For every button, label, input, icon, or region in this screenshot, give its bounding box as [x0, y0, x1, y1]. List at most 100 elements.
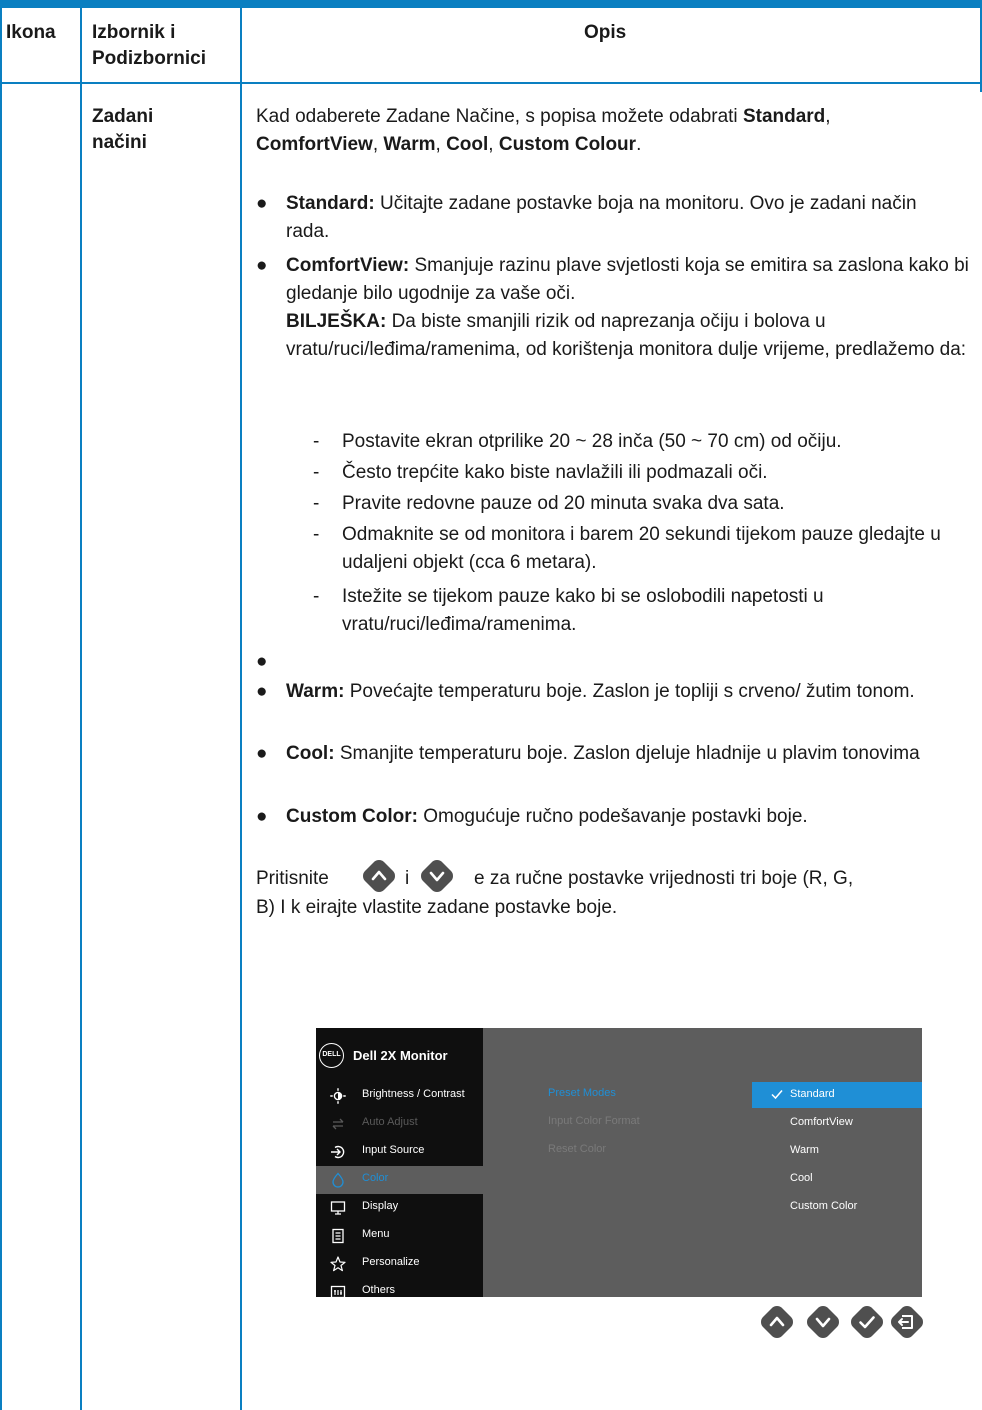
auto-adjust-icon: [332, 1118, 344, 1130]
submenu-name: Zadani načini: [92, 104, 153, 156]
table-border-col1: [80, 8, 82, 1410]
osd-option-cool[interactable]: Cool: [752, 1166, 922, 1192]
dash-marker: -: [313, 524, 320, 545]
bullet-comfortview: ComfortView: Smanjuje razinu plave svjet…: [286, 252, 976, 364]
osd-option-comfortview[interactable]: ComfortView: [752, 1110, 922, 1136]
bullet-standard-text: Učitajte zadane postavke boja na monitor…: [286, 193, 917, 242]
osd-menu-label: Others: [362, 1284, 396, 1296]
osd-menu-auto-adjust[interactable]: Auto Adjust: [316, 1110, 483, 1138]
osd-menu-personalize[interactable]: Personalize: [316, 1250, 483, 1278]
osd-menu-input-source[interactable]: Input Source: [316, 1138, 483, 1166]
header-icon: Ikona: [6, 22, 56, 43]
osd-menu-color[interactable]: Color: [316, 1166, 483, 1194]
table-border-col2: [240, 8, 242, 1410]
confirm-button-icon[interactable]: [850, 1305, 884, 1339]
submenu-name-line2: načini: [92, 132, 147, 153]
osd-menu-label: Personalize: [362, 1256, 420, 1268]
up-arrow-icon: [363, 860, 395, 892]
dash-marker: -: [313, 586, 320, 607]
osd-menu-display[interactable]: Display: [316, 1194, 483, 1222]
dash-item: Odmaknite se od monitora i barem 20 seku…: [342, 524, 941, 573]
osd-sub-preset-modes[interactable]: Preset Modes: [548, 1087, 616, 1099]
table-border-left: [0, 8, 2, 1410]
star-icon: [330, 1256, 346, 1272]
press-and: i: [405, 868, 410, 889]
header-menu-line1: Izbornik i: [92, 22, 176, 43]
bullet-dot: ●: [256, 193, 268, 214]
bullet-standard-label: Standard:: [286, 193, 375, 214]
dash-marker: -: [313, 462, 320, 483]
header-separator: [0, 82, 982, 84]
down-arrow-icon: [421, 860, 453, 892]
bullet-dot: ●: [256, 806, 268, 827]
osd-option-label: Warm: [790, 1144, 819, 1156]
osd-menu-label: Display: [362, 1200, 399, 1212]
table-top-border: [0, 0, 982, 8]
check-icon: [771, 1090, 783, 1100]
osd-option-label: Cool: [790, 1172, 813, 1184]
dash-marker: -: [313, 431, 320, 452]
intro-sep: ,: [825, 106, 831, 127]
intro-warm: Warm: [383, 134, 436, 155]
up-button-icon[interactable]: [760, 1305, 794, 1339]
osd-option-label: Custom Color: [790, 1200, 858, 1212]
color-icon: [332, 1172, 344, 1188]
intro-sep: ,: [488, 134, 499, 155]
bullet-custom-color-text: Omogućuje ručno podešavanje postavki boj…: [417, 806, 808, 827]
bullet-dot: ●: [256, 681, 268, 702]
bullet-comfortview-label: ComfortView:: [286, 255, 410, 276]
bullet-cool-text: Smanjite temperaturu boje. Zaslon djeluj…: [334, 743, 920, 764]
bullet-dot: ●: [256, 743, 268, 764]
bullet-cool: Cool: Smanjite temperaturu boje. Zaslon …: [286, 740, 966, 768]
osd-menu-label: Brightness / Contrast: [362, 1088, 465, 1100]
osd-option-standard[interactable]: Standard: [752, 1082, 922, 1108]
osd-menu-brightness[interactable]: Brightness / Contrast: [316, 1082, 483, 1110]
dash-item: Postavite ekran otprilike 20 ~ 28 inča (…: [342, 431, 842, 452]
osd-sub-input-color-format[interactable]: Input Color Format: [548, 1115, 640, 1127]
bullet-standard: Standard: Učitajte zadane postavke boja …: [286, 190, 946, 246]
intro-comfortview: ComfortView: [256, 134, 373, 155]
press-word: Pritisnite: [256, 868, 329, 889]
bullet-custom-color: Custom Color: Omogućuje ručno podešavanj…: [286, 803, 976, 831]
intro-sep: ,: [372, 134, 384, 155]
osd-menu-others[interactable]: Others: [316, 1278, 483, 1306]
back-button-icon[interactable]: [890, 1305, 924, 1339]
dash-item: Često trepćite kako biste navlažili ili …: [342, 462, 768, 483]
press-rest: e za ručne postavke vrijednosti tri boje…: [474, 868, 854, 889]
intro-custom-colour: Custom Colour: [498, 134, 637, 155]
display-icon: [330, 1201, 346, 1215]
intro-paragraph: Kad odaberete Zadane Načine, s popisa mo…: [256, 103, 968, 159]
osd-option-label: Standard: [790, 1088, 835, 1100]
osd-title: Dell 2X Monitor: [353, 1048, 448, 1063]
osd-menu-label: Menu: [362, 1228, 390, 1240]
dash-marker: -: [313, 493, 320, 514]
bullet-custom-color-label: Custom Color:: [286, 806, 418, 827]
dash-item: Pravite redovne pauze od 20 minuta svaka…: [342, 493, 785, 514]
osd-option-custom-color[interactable]: Custom Color: [752, 1194, 922, 1220]
intro-standard: Standard: [742, 106, 826, 127]
menu-icon: [332, 1228, 344, 1244]
osd-menu-label: Auto Adjust: [362, 1116, 418, 1128]
bullet-warm-label: Warm:: [286, 681, 345, 702]
bullet-warm-text: Povećajte temperaturu boje. Zaslon je to…: [344, 681, 915, 702]
intro-text: Kad odaberete Zadane Načine, s popisa mo…: [256, 106, 743, 127]
note-text: Da biste smanjili rizik od naprezanja oč…: [286, 311, 967, 360]
down-button-icon[interactable]: [806, 1305, 840, 1339]
dash-item: Istežite se tijekom pauze kako bi se osl…: [342, 586, 824, 635]
osd-option-label: ComfortView: [790, 1116, 853, 1128]
osd-sub-reset-color[interactable]: Reset Color: [548, 1143, 606, 1155]
brightness-icon: [330, 1088, 346, 1104]
osd-screenshot: DELL Dell 2X Monitor Brightness / Contra…: [316, 1028, 922, 1299]
osd-menu-menu[interactable]: Menu: [316, 1222, 483, 1250]
bullet-dot: ●: [256, 255, 268, 276]
header-description: Opis: [584, 22, 627, 43]
intro-end: .: [636, 134, 642, 155]
bullet-dot-empty: ●: [256, 651, 268, 672]
osd-menu-label: Input Source: [362, 1144, 425, 1156]
osd-menu-label: Color: [362, 1172, 389, 1184]
press-line2: B) I k eirajte vlastite zadane postavke …: [256, 897, 618, 918]
osd-option-warm[interactable]: Warm: [752, 1138, 922, 1164]
input-source-icon: [331, 1145, 345, 1159]
submenu-name-line1: Zadani: [92, 106, 154, 127]
others-icon: [330, 1285, 346, 1299]
